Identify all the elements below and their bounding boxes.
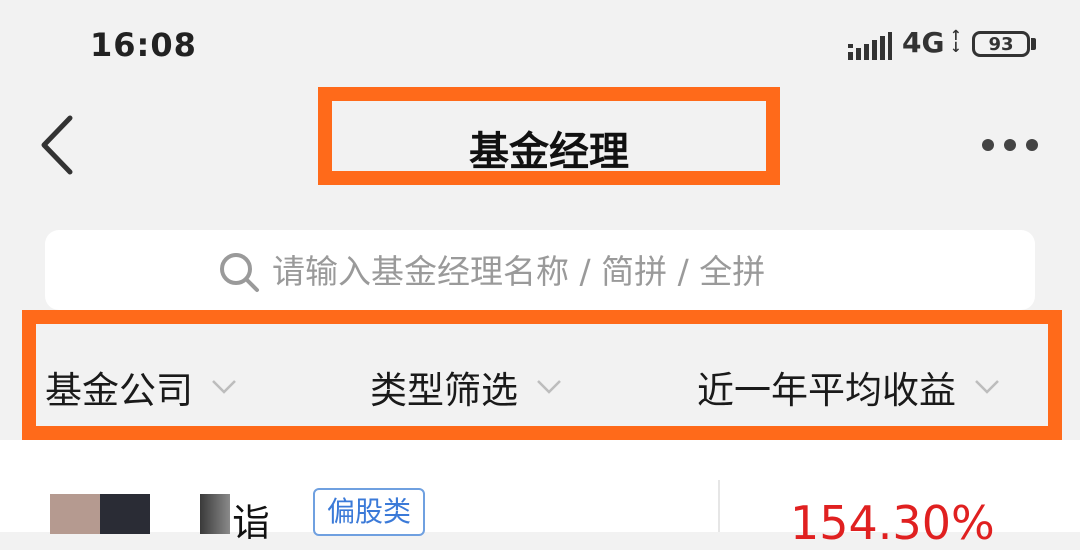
annual-return-value: 154.30% <box>790 496 995 550</box>
filter-fund-company[interactable]: 基金公司 <box>45 364 237 412</box>
filter-bar: 基金公司 类型筛选 近一年平均收益 <box>0 310 1080 440</box>
page-title: 基金经理 <box>469 129 629 175</box>
network-arrows-icon: ↑ ↓ <box>950 28 962 56</box>
divider <box>718 480 720 532</box>
network-type: 4G <box>902 26 945 59</box>
search-box <box>45 230 1035 310</box>
filter-label: 类型筛选 <box>370 369 518 412</box>
filter-label: 基金公司 <box>45 369 193 412</box>
more-dots-icon[interactable] <box>978 130 1042 160</box>
filter-annual-return[interactable]: 近一年平均收益 <box>697 364 1000 412</box>
manager-name: 诣 <box>232 501 271 545</box>
battery-icon: 93 <box>972 31 1030 57</box>
fund-type-badge: 偏股类 <box>313 488 426 536</box>
status-time: 16:08 <box>90 26 197 64</box>
filter-label: 近一年平均收益 <box>697 369 956 412</box>
avatar-image-left <box>50 494 100 534</box>
avatar-image-right <box>100 494 150 534</box>
navigation-bar: 基金经理 <box>0 87 1080 200</box>
filter-type[interactable]: 类型筛选 <box>370 364 562 412</box>
manager-list: 诣 偏股类 154.30% <box>0 440 1080 550</box>
battery-level: 93 <box>988 34 1014 55</box>
chevron-down-icon <box>212 380 236 394</box>
chevron-down-icon <box>975 380 999 394</box>
search-icon <box>220 253 259 292</box>
name-blur <box>200 494 230 534</box>
status-bar: 16:08 4G ↑ ↓ 93 <box>0 0 1080 90</box>
battery-tip <box>1031 38 1036 50</box>
title-highlight-box: 基金经理 <box>318 87 780 185</box>
chevron-down-icon <box>537 380 561 394</box>
back-arrow-icon[interactable] <box>30 110 90 180</box>
signal-icon <box>848 32 892 60</box>
search-input[interactable] <box>270 244 994 298</box>
avatar <box>50 494 150 534</box>
